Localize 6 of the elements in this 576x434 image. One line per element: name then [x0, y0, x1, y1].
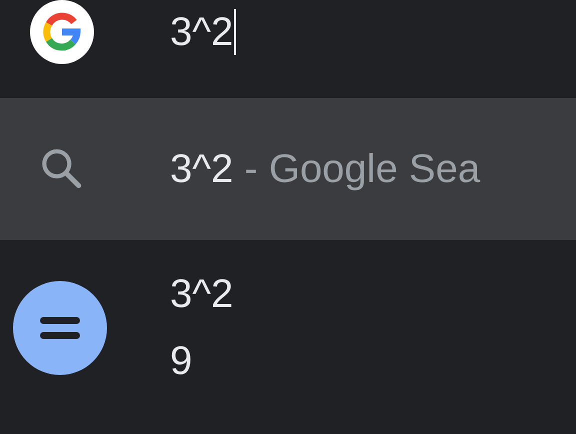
- search-suggestion[interactable]: 3^2 - Google Sea: [0, 98, 576, 240]
- answer-result: 9: [170, 339, 194, 384]
- answer-query: 3^2: [170, 272, 234, 317]
- google-logo-icon: [30, 0, 94, 64]
- omnibox-input[interactable]: 3^2: [170, 2, 236, 62]
- suggestion-text: 3^2 - Google Sea: [170, 146, 480, 192]
